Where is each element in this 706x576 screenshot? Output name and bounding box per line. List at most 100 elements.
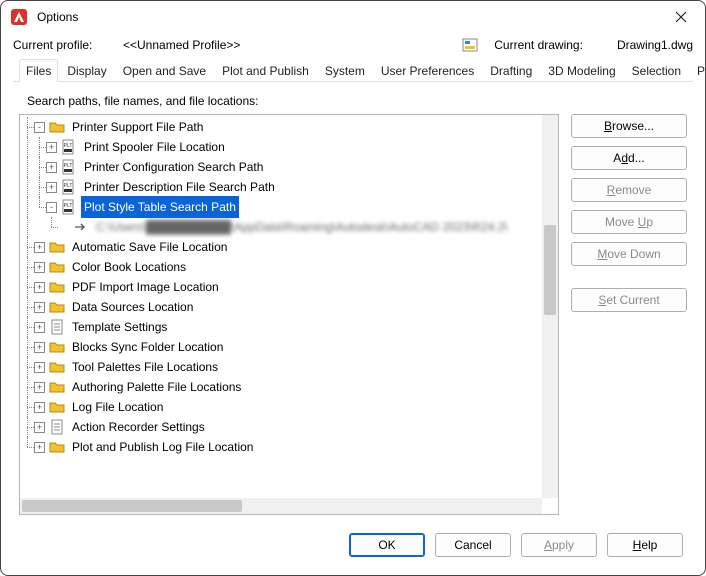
svg-text:PLT: PLT bbox=[64, 163, 73, 169]
tree-node-label: Data Sources Location bbox=[69, 296, 196, 318]
tree-node-label: Printer Configuration Search Path bbox=[81, 156, 266, 178]
window-title: Options bbox=[37, 10, 661, 24]
tree-node-label: Authoring Palette File Locations bbox=[69, 376, 244, 398]
moveup-button[interactable]: Move Up bbox=[571, 210, 687, 234]
plt-icon: PLT bbox=[61, 139, 77, 155]
tree-node-label: Tool Palettes File Locations bbox=[69, 356, 221, 378]
apply-button[interactable]: Apply bbox=[521, 533, 597, 557]
tree-node-label: Plot Style Table Search Path bbox=[81, 196, 239, 218]
tree-node[interactable]: + PDF Import Image Location bbox=[22, 277, 558, 297]
collapse-icon[interactable]: - bbox=[46, 202, 57, 213]
tree-node-label: Printer Description File Search Path bbox=[81, 176, 278, 198]
plt-icon: PLT bbox=[61, 159, 77, 175]
tab-user-preferences[interactable]: User Preferences bbox=[374, 59, 481, 82]
folder-icon bbox=[49, 399, 65, 415]
vertical-scrollbar[interactable] bbox=[542, 115, 558, 498]
tree-node-label: Template Settings bbox=[69, 316, 170, 338]
folder-icon bbox=[49, 359, 65, 375]
tab-3d-modeling[interactable]: 3D Modeling bbox=[541, 59, 622, 82]
side-buttons: Browse... Add... Remove Move Up Move Down Set… bbox=[571, 114, 687, 515]
tree-node[interactable]: + Template Settings bbox=[22, 317, 558, 337]
tree-node[interactable]: C:\Users\██████████\AppData\Roaming\Auto… bbox=[22, 217, 558, 237]
tree-node-label: C:\Users\██████████\AppData\Roaming\Auto… bbox=[93, 216, 511, 238]
tree-node-label: Color Book Locations bbox=[69, 256, 189, 278]
tree-node[interactable]: +PLTPrint Spooler File Location bbox=[22, 137, 558, 157]
expand-icon[interactable]: + bbox=[34, 302, 45, 313]
titlebar: Options bbox=[1, 1, 705, 33]
expand-icon[interactable]: + bbox=[34, 242, 45, 253]
folder-icon bbox=[49, 339, 65, 355]
close-button[interactable] bbox=[661, 3, 701, 31]
expand-icon[interactable]: + bbox=[34, 442, 45, 453]
tree-node[interactable]: - PLT Plot Style Table Search Path bbox=[22, 197, 558, 217]
expand-icon[interactable]: + bbox=[46, 162, 57, 173]
tab-display[interactable]: Display bbox=[60, 59, 113, 82]
horizontal-scrollbar[interactable] bbox=[20, 498, 542, 514]
remove-button[interactable]: Remove bbox=[571, 178, 687, 202]
apply-label: Apply bbox=[544, 538, 574, 552]
expand-icon[interactable]: + bbox=[34, 342, 45, 353]
expand-icon[interactable]: + bbox=[34, 282, 45, 293]
help-button[interactable]: Help bbox=[607, 533, 683, 557]
tree-node[interactable]: + Log File Location bbox=[22, 397, 558, 417]
tree-node[interactable]: + Data Sources Location bbox=[22, 297, 558, 317]
tree-node[interactable]: + Tool Palettes File Locations bbox=[22, 357, 558, 377]
cancel-button[interactable]: Cancel bbox=[435, 533, 511, 557]
profile-row: Current profile: <<Unnamed Profile>> Cur… bbox=[1, 33, 705, 55]
tree-node[interactable]: + Authoring Palette File Locations bbox=[22, 377, 558, 397]
tabbar: FilesDisplayOpen and SavePlot and Publis… bbox=[1, 55, 705, 82]
setcurrent-button[interactable]: Set Current bbox=[571, 288, 687, 312]
folder-icon bbox=[49, 439, 65, 455]
expand-icon[interactable]: + bbox=[34, 262, 45, 273]
add-button[interactable]: Add... bbox=[571, 146, 687, 170]
tree-node-label: Plot and Publish Log File Location bbox=[69, 436, 256, 458]
tab-plot-and-publish[interactable]: Plot and Publish bbox=[215, 59, 316, 82]
tab-profiles[interactable]: Profiles bbox=[690, 59, 706, 82]
tree[interactable]: -Printer Support File Path+PLTPrint Spoo… bbox=[20, 115, 558, 459]
tree-node[interactable]: + Automatic Save File Location bbox=[22, 237, 558, 257]
tree-node-label: Automatic Save File Location bbox=[69, 236, 230, 258]
expand-icon[interactable]: + bbox=[34, 422, 45, 433]
svg-text:PLT: PLT bbox=[64, 143, 73, 149]
expand-icon[interactable]: + bbox=[34, 362, 45, 373]
current-drawing-label: Current drawing: bbox=[494, 38, 583, 52]
tree-node-label: Log File Location bbox=[69, 396, 166, 418]
tree-node[interactable]: + Plot and Publish Log File Location bbox=[22, 437, 558, 457]
browse-button[interactable]: Browse... bbox=[571, 114, 687, 138]
svg-text:PLT: PLT bbox=[64, 203, 73, 209]
expand-icon[interactable]: + bbox=[46, 182, 57, 193]
folder-icon bbox=[49, 119, 65, 135]
tree-node[interactable]: + Color Book Locations bbox=[22, 257, 558, 277]
svg-text:PLT: PLT bbox=[64, 183, 73, 189]
tree-node[interactable]: + PLT Printer Configuration Search Path bbox=[22, 157, 558, 177]
ok-button[interactable]: OK bbox=[349, 533, 425, 557]
files-tab-instruction: Search paths, file names, and file locat… bbox=[27, 94, 687, 108]
tab-selection[interactable]: Selection bbox=[625, 59, 688, 82]
tab-drafting[interactable]: Drafting bbox=[483, 59, 539, 82]
tree-node[interactable]: + PLT Printer Description File Search Path bbox=[22, 177, 558, 197]
tab-open-and-save[interactable]: Open and Save bbox=[116, 59, 213, 82]
tree-pane: -Printer Support File Path+PLTPrint Spoo… bbox=[19, 114, 559, 515]
tree-node[interactable]: +Action Recorder Settings bbox=[22, 417, 558, 437]
tab-files[interactable]: Files bbox=[19, 59, 58, 82]
tab-system[interactable]: System bbox=[318, 59, 372, 82]
expand-icon[interactable]: + bbox=[34, 322, 45, 333]
expand-icon[interactable]: + bbox=[34, 402, 45, 413]
tree-node-label: Printer Support File Path bbox=[69, 116, 206, 138]
plt-icon: PLT bbox=[61, 179, 77, 195]
current-profile-label: Current profile: bbox=[13, 38, 113, 52]
tree-node-label: Blocks Sync Folder Location bbox=[69, 336, 226, 358]
tree-node[interactable]: + Blocks Sync Folder Location bbox=[22, 337, 558, 357]
movedown-button[interactable]: Move Down bbox=[571, 242, 687, 266]
options-dialog: Options Current profile: <<Unnamed Profi… bbox=[0, 0, 706, 576]
expand-icon[interactable]: + bbox=[34, 382, 45, 393]
expand-icon[interactable]: + bbox=[46, 142, 57, 153]
dwg-icon bbox=[462, 37, 478, 53]
tree-node[interactable]: - Printer Support File Path bbox=[22, 117, 558, 137]
tree-node-label: PDF Import Image Location bbox=[69, 276, 222, 298]
help-label: Help bbox=[633, 538, 658, 552]
collapse-icon[interactable]: - bbox=[34, 122, 45, 133]
folder-icon bbox=[49, 259, 65, 275]
doc-icon bbox=[49, 319, 65, 335]
folder-icon bbox=[49, 379, 65, 395]
